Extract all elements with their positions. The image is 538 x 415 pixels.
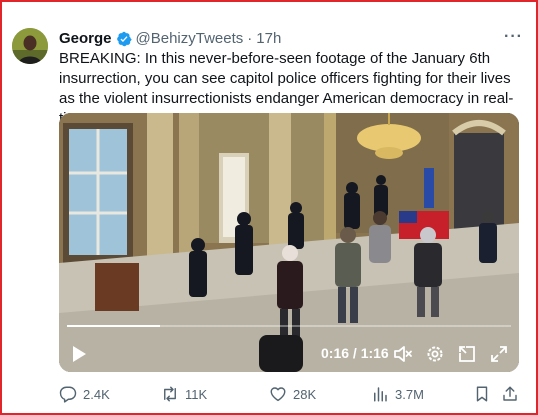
like-button[interactable]: 28K xyxy=(269,385,316,403)
tweet-actions: 2.4K 11K 28K 3.7M xyxy=(59,385,519,405)
mute-icon[interactable] xyxy=(391,341,415,367)
author-handle[interactable]: @BehizyTweets xyxy=(136,30,244,47)
reply-icon xyxy=(59,386,77,403)
repost-icon xyxy=(164,386,176,402)
post-time[interactable]: 17h xyxy=(256,30,281,47)
video-frame xyxy=(59,113,519,372)
video-controls: 0:16 / 1:16 xyxy=(59,341,519,367)
tweet-header: George @BehizyTweets · 17h xyxy=(59,30,281,47)
verified-badge-icon xyxy=(116,31,132,46)
views-chart-icon xyxy=(374,387,387,402)
screenshot-frame: George @BehizyTweets · 17h ··· BREAKING:… xyxy=(0,0,538,415)
like-count: 28K xyxy=(293,386,317,402)
repost-count: 11K xyxy=(185,386,208,402)
more-options-icon[interactable]: ··· xyxy=(504,28,523,46)
repost-button[interactable]: 11K xyxy=(161,385,207,403)
views-button[interactable]: 3.7M xyxy=(371,385,424,403)
bookmark-button[interactable] xyxy=(473,385,497,403)
video-progress-fill xyxy=(67,325,161,327)
heart-icon xyxy=(270,387,286,402)
reply-count: 2.4K xyxy=(83,386,110,402)
video-time-readout: 0:16 / 1:16 xyxy=(321,345,389,361)
reply-button[interactable]: 2.4K xyxy=(59,385,110,403)
bookmark-icon xyxy=(476,386,488,402)
avatar-image xyxy=(12,28,48,64)
avatar[interactable] xyxy=(12,28,48,64)
play-icon[interactable] xyxy=(67,341,91,367)
author-name[interactable]: George xyxy=(59,30,112,47)
settings-icon[interactable] xyxy=(423,341,447,367)
video-progress-bar[interactable] xyxy=(67,325,511,327)
video-player[interactable]: 0:16 / 1:16 xyxy=(59,113,519,372)
view-count: 3.7M xyxy=(395,386,424,402)
fullscreen-icon[interactable] xyxy=(487,341,511,367)
share-icon xyxy=(503,386,517,401)
pip-icon[interactable] xyxy=(455,341,479,367)
separator-dot: · xyxy=(247,30,253,47)
share-button[interactable] xyxy=(501,385,525,403)
